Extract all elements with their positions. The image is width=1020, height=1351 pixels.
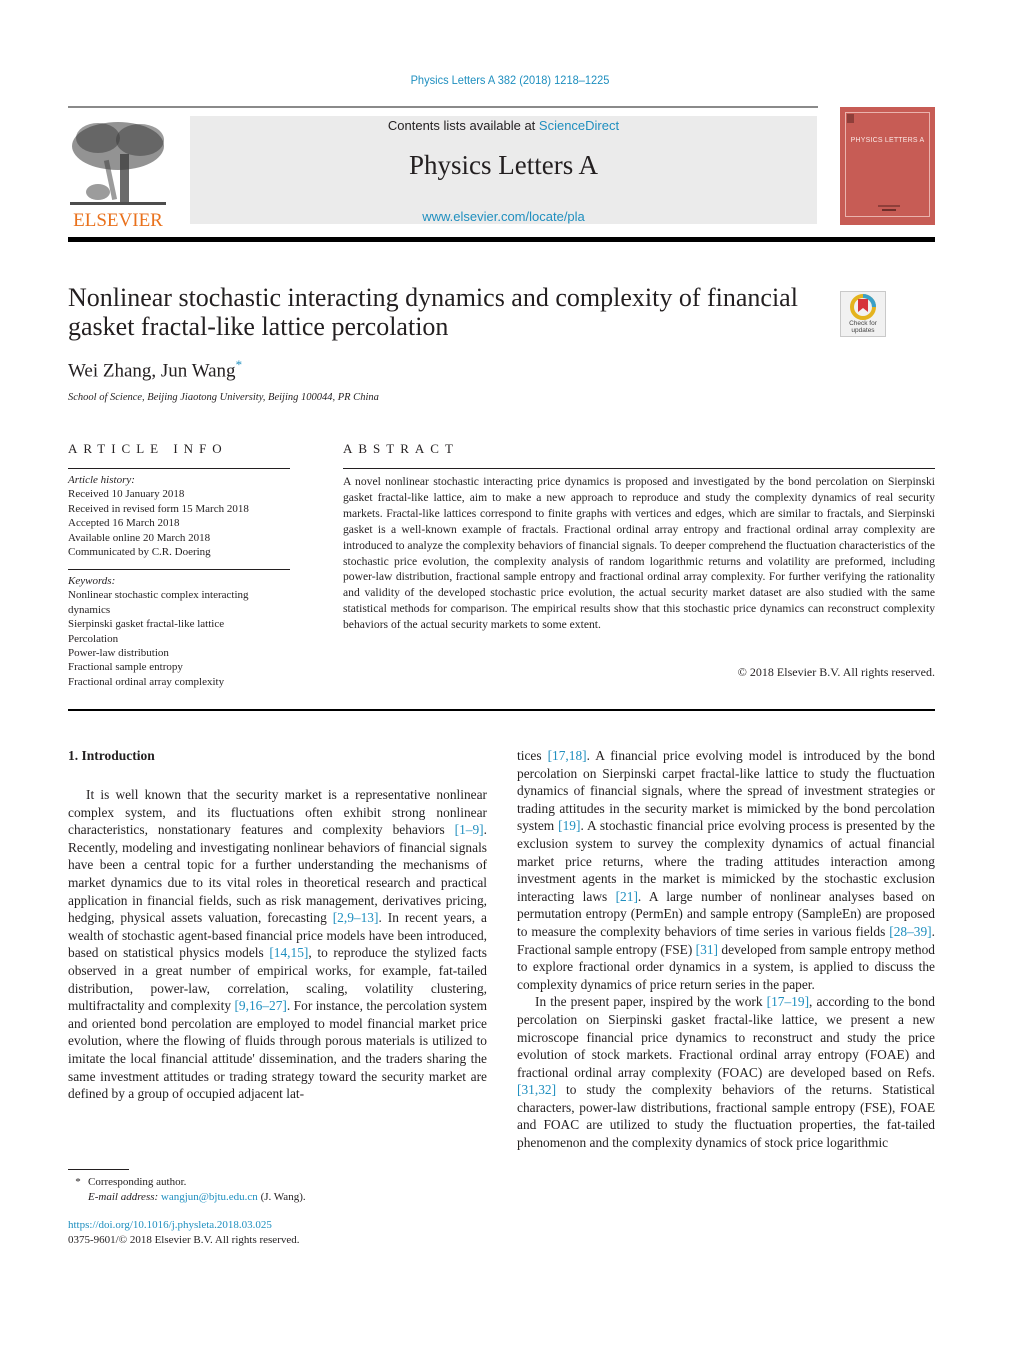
- check-updates-label-2: updates: [851, 327, 875, 334]
- citation-link[interactable]: [21]: [616, 889, 638, 904]
- footnote-mark: *: [75, 1176, 81, 1188]
- doi-link[interactable]: https://doi.org/10.1016/j.physleta.2018.…: [68, 1218, 300, 1233]
- abstract-text: A novel nonlinear stochastic interacting…: [343, 475, 935, 632]
- author-list: Wei Zhang, Jun Wang*: [68, 357, 242, 382]
- journal-reference[interactable]: Physics Letters A 382 (2018) 1218–1225: [41, 73, 979, 87]
- journal-reference-link[interactable]: Physics Letters A 382 (2018) 1218–1225: [411, 73, 610, 87]
- email-suffix: (J. Wang).: [257, 1191, 306, 1203]
- keyword-item: Nonlinear stochastic complex interacting: [68, 589, 249, 602]
- section-divider: [68, 709, 935, 711]
- corresponding-author-footnote: * Corresponding author. E-mail address: w…: [68, 1175, 306, 1205]
- sciencedirect-link[interactable]: ScienceDirect: [539, 118, 619, 133]
- citation-link[interactable]: [31,32]: [517, 1082, 556, 1097]
- citation-link[interactable]: [2,9–13]: [333, 910, 379, 925]
- elsevier-wordmark: ELSEVIER: [73, 210, 163, 228]
- keyword-item: Fractional ordinal array complexity: [68, 675, 225, 688]
- paragraph: In the present paper, inspired by the wo…: [517, 994, 935, 1151]
- keyword-item: Percolation: [68, 632, 119, 645]
- abstract-heading: ABSTRACT: [343, 441, 459, 456]
- journal-homepage-link[interactable]: www.elsevier.com/locate/pla: [190, 209, 817, 224]
- body-column-left: It is well known that the security marke…: [68, 786, 487, 1103]
- journal-cover-image[interactable]: PHYSICS LETTERS A: [840, 107, 935, 225]
- body-column-right: tices [17,18]. A financial price evolvin…: [517, 747, 935, 1152]
- title-line-1: Nonlinear stochastic interacting dynamic…: [68, 283, 798, 312]
- footnote-text: Corresponding author.: [88, 1176, 187, 1188]
- keywords: Keywords: Nonlinear stochastic complex i…: [68, 574, 298, 689]
- citation-link[interactable]: [9,16–27]: [234, 998, 286, 1013]
- check-updates-label-1: Check for: [849, 320, 878, 327]
- citation-link[interactable]: [28–39]: [889, 924, 931, 939]
- journal-name: Physics Letters A: [409, 150, 598, 180]
- keyword-item: Fractional sample entropy: [68, 661, 183, 674]
- header-thick-rule: [68, 237, 935, 242]
- journal-masthead: Contents lists available at ScienceDirec…: [190, 116, 817, 224]
- issn-copyright: 0375-9601/© 2018 Elsevier B.V. All right…: [68, 1234, 300, 1246]
- cover-logo-icon: [847, 114, 854, 123]
- elsevier-tree-icon: ELSEVIER: [70, 122, 166, 231]
- doi-block: https://doi.org/10.1016/j.physleta.2018.…: [68, 1218, 300, 1248]
- author-names: Wei Zhang, Jun Wang: [68, 360, 236, 382]
- cover-frame: PHYSICS LETTERS A: [845, 112, 930, 217]
- affiliation: School of Science, Beijing Jiaotong Univ…: [68, 392, 379, 403]
- article-title: Nonlinear stochastic interacting dynamic…: [68, 283, 828, 341]
- abstract-copyright: © 2018 Elsevier B.V. All rights reserved…: [737, 665, 935, 679]
- history-item: Available online 20 March 2018: [68, 531, 211, 544]
- history-item: Communicated by C.R. Doering: [68, 546, 211, 559]
- history-item: Accepted 16 March 2018: [68, 517, 180, 530]
- footnote-rule: [68, 1169, 129, 1170]
- citation-link[interactable]: [1–9]: [455, 822, 484, 837]
- cover-title: PHYSICS LETTERS A: [850, 137, 925, 144]
- divider: [68, 468, 290, 469]
- history-item: Received in revised form 15 March 2018: [68, 502, 249, 515]
- keyword-item: Power-law distribution: [68, 647, 169, 660]
- section-heading: 1. Introduction: [68, 748, 155, 763]
- citation-link[interactable]: [17–19]: [767, 994, 809, 1009]
- keyword-item: Sierpinski gasket fractal-like lattice: [68, 618, 225, 631]
- check-updates-icon: Check for updates: [849, 294, 878, 334]
- title-line-2: gasket fractal-like lattice percolation: [68, 312, 449, 341]
- divider: [343, 468, 935, 469]
- paragraph: It is well known that the security marke…: [68, 787, 487, 1102]
- elsevier-logo[interactable]: ELSEVIER: [68, 116, 168, 231]
- cover-editor-line: [878, 205, 900, 207]
- corresponding-author-link[interactable]: *: [236, 357, 243, 372]
- contents-line: Contents lists available at ScienceDirec…: [190, 118, 817, 133]
- citation-link[interactable]: [19]: [558, 818, 580, 833]
- article-history: Article history: Received 10 January 201…: [68, 473, 298, 559]
- keyword-item: dynamics: [68, 603, 111, 616]
- citation-link[interactable]: [17,18]: [548, 748, 587, 763]
- email-label: E-mail address:: [88, 1191, 159, 1203]
- keywords-label: Keywords:: [68, 575, 116, 587]
- paragraph: tices [17,18]. A financial price evolvin…: [517, 748, 935, 992]
- citation-link[interactable]: [31]: [696, 942, 718, 957]
- citation-link[interactable]: [14,15]: [269, 945, 308, 960]
- history-label: Article history:: [68, 474, 135, 486]
- contents-prefix: Contents lists available at: [387, 118, 539, 133]
- cover-editor-line: [882, 209, 896, 211]
- history-item: Received 10 January 2018: [68, 488, 185, 501]
- check-for-updates-button[interactable]: Check for updates: [840, 291, 886, 337]
- email-link[interactable]: wangjun@bjtu.edu.cn: [161, 1191, 258, 1203]
- top-rule: [68, 106, 818, 108]
- article-info-heading: ARTICLE INFO: [68, 441, 228, 456]
- divider: [68, 569, 290, 570]
- journal-url-text[interactable]: www.elsevier.com/locate/pla: [422, 209, 585, 224]
